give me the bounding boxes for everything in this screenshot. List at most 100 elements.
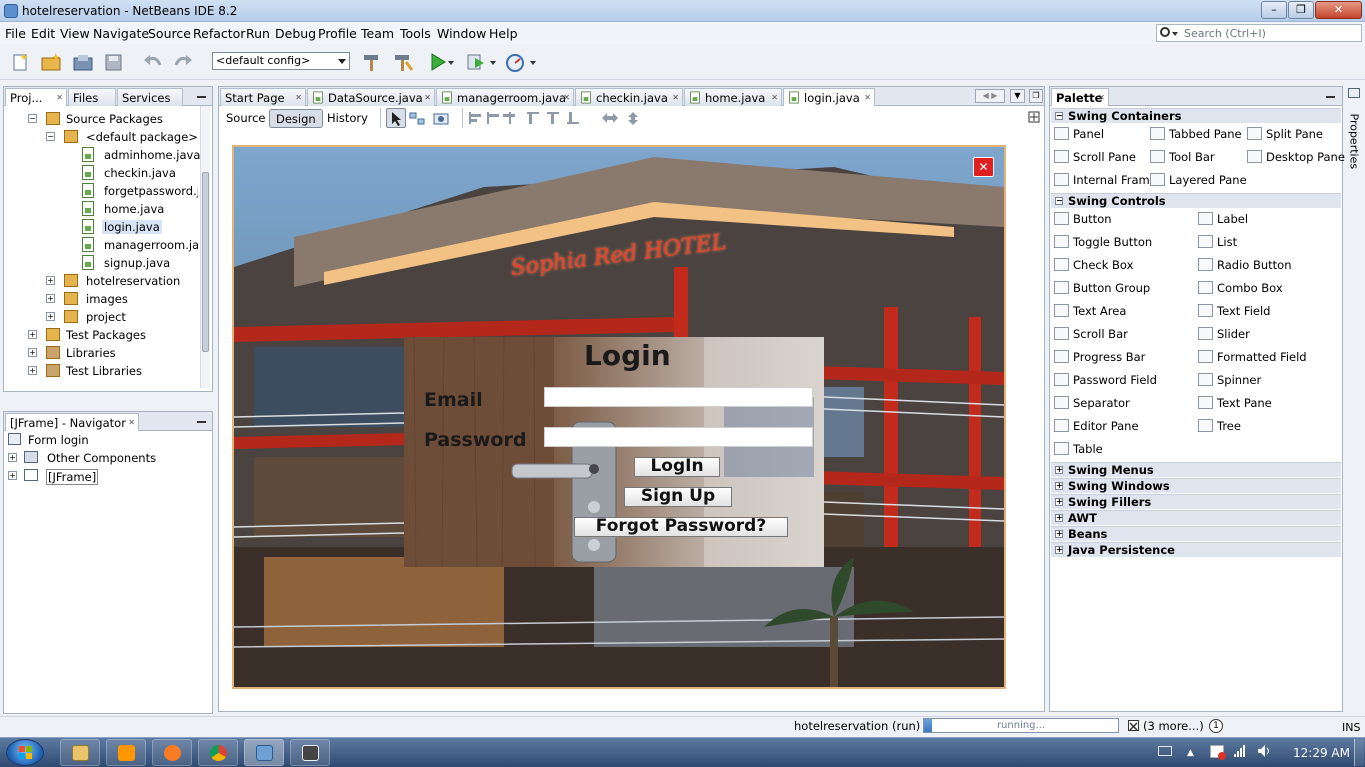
keyboard-icon[interactable] (1158, 746, 1172, 756)
menu-tools[interactable]: Tools (400, 26, 431, 41)
palette-section-swing-windows[interactable]: + Swing Windows (1051, 478, 1341, 493)
source-view-button[interactable]: Source (220, 109, 272, 128)
collapse-icon[interactable]: − (28, 114, 37, 123)
forgot-password-button[interactable]: Forgot Password? (574, 517, 788, 537)
tree-item[interactable]: + Test Packages (28, 326, 198, 344)
expand-icon[interactable]: + (28, 348, 37, 357)
expand-icon[interactable]: + (8, 453, 17, 462)
palette-section-beans[interactable]: + Beans (1051, 526, 1341, 541)
selection-mode-icon[interactable] (386, 108, 406, 128)
tab-checkin[interactable]: checkin.java ✕ (575, 88, 683, 106)
menu-help[interactable]: Help (489, 26, 518, 41)
close-icon[interactable]: ✕ (295, 93, 302, 102)
tree-item[interactable]: adminhome.java (82, 146, 200, 164)
tab-palette[interactable]: Palette ✕ (1051, 88, 1109, 106)
tab-managerroom[interactable]: managerroom.java ✕ (436, 88, 574, 106)
tree-item[interactable]: + images (46, 290, 196, 308)
menu-source[interactable]: Source (148, 26, 191, 41)
new-project-icon[interactable] (40, 52, 62, 72)
email-field[interactable] (544, 387, 813, 407)
clean-build-icon[interactable] (392, 52, 414, 72)
tree-item[interactable]: signup.java (82, 254, 198, 272)
scrollbar-thumb[interactable] (202, 172, 209, 352)
taskbar-netbeans[interactable] (244, 739, 284, 766)
close-icon[interactable]: ✕ (128, 418, 135, 427)
run-progress-bar[interactable]: running... (923, 718, 1119, 733)
expand-icon[interactable]: + (46, 312, 55, 321)
palette-section-swing-menus[interactable]: + Swing Menus (1051, 462, 1341, 477)
tree-item[interactable]: − <default package> (46, 128, 206, 146)
close-icon[interactable]: ✕ (1098, 93, 1105, 102)
form-close-button[interactable]: ✕ (973, 157, 994, 177)
expand-icon[interactable]: + (28, 330, 37, 339)
show-hidden-icons-icon[interactable]: ▲ (1187, 748, 1194, 758)
login-panel[interactable]: Login Email Password LogIn Sign Up Forgo… (404, 337, 824, 567)
open-project-icon[interactable] (72, 52, 94, 72)
more-tasks-link[interactable]: (3 more...) (1143, 719, 1204, 733)
menu-debug[interactable]: Debug (275, 26, 316, 41)
tree-item[interactable]: managerroom.java (82, 236, 198, 254)
tab-scroll-arrows[interactable]: ◀ ▶ (975, 89, 1005, 103)
debug-icon[interactable] (465, 52, 487, 72)
close-icon[interactable]: ✕ (771, 93, 778, 102)
palette-section-awt[interactable]: + AWT (1051, 510, 1341, 525)
menu-refactor[interactable]: Refactor (193, 26, 245, 41)
menu-team[interactable]: Team (361, 26, 394, 41)
collapse-icon[interactable]: − (46, 132, 55, 141)
resize-tools[interactable] (600, 110, 640, 126)
close-icon[interactable]: ✕ (672, 93, 679, 102)
preview-design-icon[interactable] (432, 109, 450, 127)
redo-icon[interactable] (172, 52, 194, 72)
show-desktop-button[interactable] (1354, 739, 1364, 766)
build-hammer-icon[interactable] (361, 52, 383, 72)
tab-services[interactable]: Services (117, 88, 183, 106)
taskbar-clock[interactable]: 12:29 AM (1293, 746, 1350, 760)
expand-icon[interactable]: + (46, 276, 55, 285)
tree-scrollbar[interactable] (200, 106, 210, 388)
menu-view[interactable]: View (60, 26, 90, 41)
palette-section-java-persistence[interactable]: + Java Persistence (1051, 542, 1341, 557)
align-tools[interactable] (467, 110, 587, 126)
tree-item[interactable]: − Source Packages (28, 110, 198, 128)
login-button[interactable]: LogIn (634, 457, 720, 477)
menu-profile[interactable]: Profile (318, 26, 357, 41)
minimize-panel-icon[interactable] (197, 421, 206, 423)
tab-navigator[interactable]: [JFrame] - Navigator ✕ (5, 413, 139, 431)
maximize-editor-icon[interactable]: ❐ (1029, 89, 1043, 103)
close-icon[interactable]: ✕ (56, 93, 63, 102)
undo-icon[interactable] (142, 52, 164, 72)
profile-icon[interactable] (504, 52, 526, 72)
config-select[interactable]: <default config> (212, 52, 350, 70)
network-icon[interactable] (1234, 744, 1248, 758)
properties-side-tab[interactable]: Properties (1345, 86, 1363, 186)
minimize-button[interactable]: – (1261, 1, 1287, 19)
close-icon[interactable]: ✕ (424, 93, 431, 102)
palette-section-swing-containers[interactable]: − Swing Containers (1051, 108, 1341, 123)
profile-dropdown-icon[interactable] (528, 52, 540, 72)
tab-projects[interactable]: Proj... ✕ (5, 88, 67, 106)
tree-item[interactable]: forgetpassword.jav (82, 182, 198, 200)
minimize-panel-icon[interactable] (1326, 96, 1335, 98)
expand-icon[interactable]: + (8, 471, 17, 480)
close-icon[interactable]: ✕ (864, 93, 871, 102)
menu-window[interactable]: Window (437, 26, 486, 41)
menu-navigate[interactable]: Navigate (93, 26, 149, 41)
tree-item[interactable]: + Libraries (28, 344, 198, 362)
connection-mode-icon[interactable] (408, 109, 426, 127)
run-dropdown-icon[interactable] (446, 52, 458, 72)
close-icon[interactable]: ✕ (563, 93, 570, 102)
taskbar-xampp[interactable] (152, 739, 192, 766)
tree-item[interactable]: checkin.java (82, 164, 198, 182)
signup-button[interactable]: Sign Up (624, 487, 732, 507)
taskbar-clapper[interactable] (290, 739, 330, 766)
tree-item[interactable]: + project (46, 308, 196, 326)
tab-files[interactable]: Files (68, 88, 116, 106)
history-view-button[interactable]: History (321, 109, 374, 128)
action-center-icon[interactable] (1210, 745, 1226, 760)
password-field[interactable] (544, 427, 813, 447)
tab-list-dropdown[interactable]: ▼ (1010, 89, 1025, 103)
nav-item[interactable]: + [JFrame] (8, 467, 168, 485)
tree-item[interactable]: + hotelreservation (46, 272, 196, 290)
search-input[interactable]: Search (Ctrl+I) (1184, 27, 1266, 40)
tab-start-page[interactable]: Start Page ✕ (220, 88, 306, 106)
